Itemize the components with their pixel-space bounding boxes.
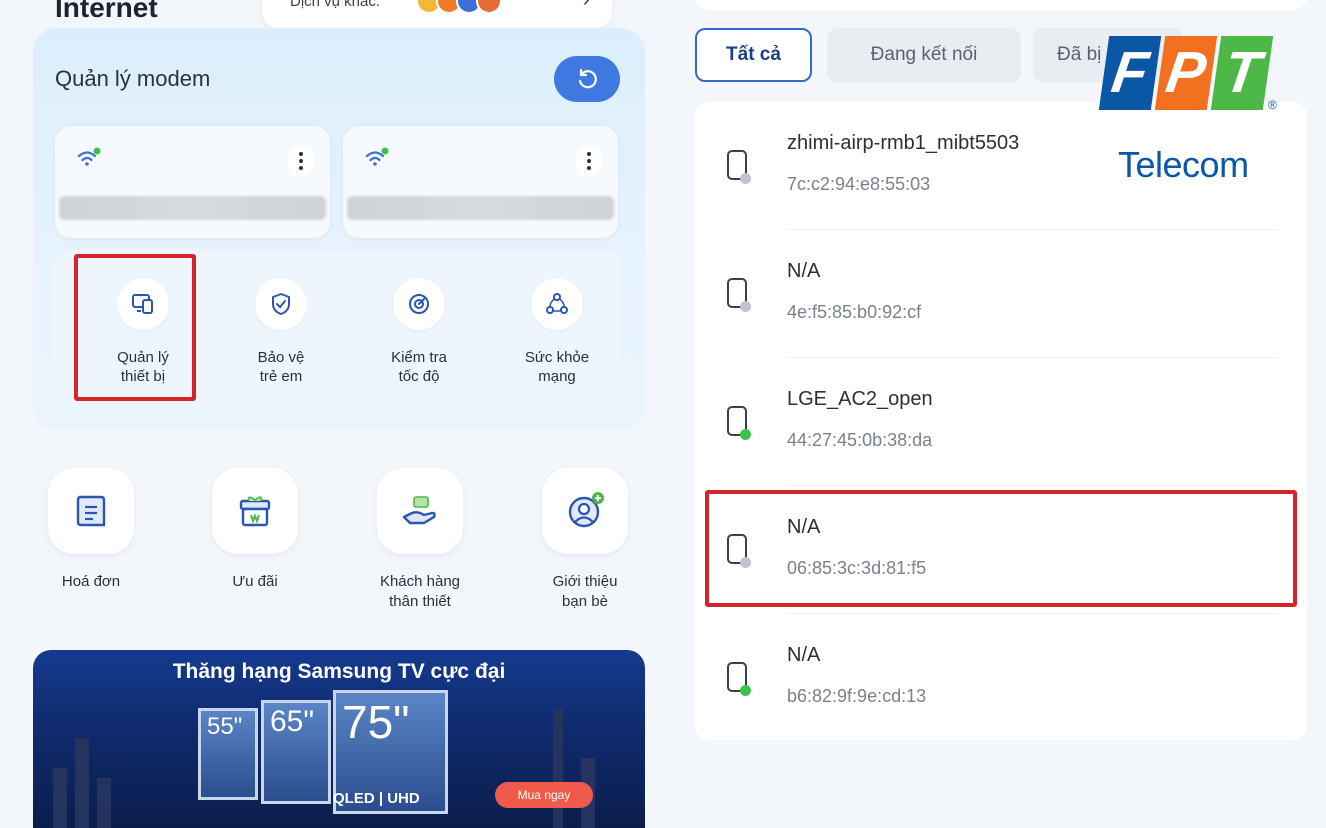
top-card-edge [695, 0, 1307, 10]
highlight-device-management [74, 254, 196, 401]
service-icons [416, 0, 502, 14]
status-dot [740, 685, 751, 696]
device-row[interactable]: N/A 4e:f5:85:b0:92:cf [695, 230, 1307, 358]
gift-icon [212, 468, 298, 554]
device-mac: 44:27:45:0b:38:da [787, 430, 933, 450]
tab-all[interactable]: Tất cả [695, 28, 812, 82]
wifi-network-card-1[interactable] [55, 126, 330, 238]
highlight-device-row [705, 490, 1297, 607]
logo-subtitle: Telecom [1118, 144, 1249, 185]
feature-label: mạng [538, 368, 576, 385]
tv-65: 65" [261, 700, 331, 804]
feature-speed-test[interactable]: Kiểm tra tốc độ [359, 278, 479, 386]
feature-label: Kiểm tra [391, 349, 447, 366]
device-mac: 7c:c2:94:e8:55:03 [787, 174, 931, 194]
wifi-name-blurred [59, 196, 326, 220]
wifi-icon [77, 147, 101, 166]
quick-label: bạn bè [562, 593, 608, 610]
device-name: LGE_AC2_open [787, 388, 933, 410]
quick-label: Giới thiệu [552, 573, 618, 590]
city-decoration [75, 738, 89, 828]
invoice-icon [48, 468, 134, 554]
more-options-button[interactable] [288, 146, 314, 176]
tv-size-label: 75" [342, 696, 410, 748]
modem-title: Quản lý modem [55, 66, 211, 91]
other-services-label: Dịch vụ khác: [290, 0, 381, 10]
tv-size-label: 55" [207, 713, 243, 740]
device-mac: b6:82:9f:9e:cd:13 [787, 686, 927, 706]
feature-label: tốc độ [398, 368, 440, 385]
wifi-icon [365, 147, 389, 166]
tv-55: 55" [198, 708, 258, 800]
status-dot [740, 301, 751, 312]
more-options-button[interactable] [576, 146, 602, 176]
other-services-bar[interactable]: Dịch vụ khác: › [262, 0, 612, 28]
city-decoration [53, 768, 67, 828]
registered-mark: ® [1268, 98, 1277, 112]
speedometer-icon [393, 278, 445, 330]
phone-icon [727, 278, 751, 312]
status-dot [740, 429, 751, 440]
network-health-icon [531, 278, 583, 330]
wifi-name-blurred [347, 196, 614, 220]
internet-title: Internet [55, 0, 158, 23]
feature-label: Bảo vệ [257, 349, 305, 366]
quick-refer-friend[interactable]: Giới thiệu bạn bè [515, 468, 655, 612]
wifi-network-card-2[interactable] [343, 126, 618, 238]
city-decoration [97, 778, 111, 828]
loyal-customer-icon [377, 468, 463, 554]
logo-letter-p: P [1154, 36, 1218, 110]
logo-letter-t: T [1210, 36, 1274, 110]
service-4-icon [476, 0, 502, 14]
buy-now-button[interactable]: Mua ngay [495, 782, 593, 808]
phone-icon [727, 406, 751, 440]
refresh-button[interactable] [554, 56, 620, 102]
device-name: N/A [787, 644, 821, 666]
banner-headline: Thăng hạng Samsung TV cực đại [172, 660, 506, 683]
city-decoration [553, 708, 563, 828]
phone-icon [727, 150, 751, 184]
quick-label: Khách hàng [379, 573, 461, 590]
qled-label: QLED | UHD [333, 790, 420, 807]
status-dot [740, 173, 751, 184]
feature-label: Sức khỏe [524, 349, 590, 366]
shield-check-icon [255, 278, 307, 330]
feature-label: trẻ em [259, 368, 303, 385]
feature-network-health[interactable]: Sức khỏe mạng [497, 278, 617, 386]
tv-size-label: 65" [270, 705, 315, 738]
quick-label: Hoá đơn [61, 573, 121, 590]
quick-invoice[interactable]: Hoá đơn [21, 468, 161, 592]
device-row[interactable]: N/A b6:82:9f:9e:cd:13 [695, 614, 1307, 742]
quick-label: thân thiết [389, 593, 451, 610]
chevron-right-icon[interactable]: › [583, 0, 590, 12]
refer-friend-icon [542, 468, 628, 554]
logo-letter-f: F [1098, 36, 1162, 110]
device-name: N/A [787, 260, 821, 282]
samsung-tv-banner[interactable]: Thăng hạng Samsung TV cực đại 55" 65" 75… [33, 650, 645, 828]
device-list: zhimi-airp-rmb1_mibt5503 7c:c2:94:e8:55:… [695, 102, 1307, 740]
device-row[interactable]: LGE_AC2_open 44:27:45:0b:38:da [695, 358, 1307, 486]
quick-offers[interactable]: Ưu đãi [185, 468, 325, 592]
quick-label: Ưu đãi [232, 573, 278, 590]
device-name: zhimi-airp-rmb1_mibt5503 [787, 132, 1020, 154]
refresh-icon [578, 68, 597, 89]
device-mac: 4e:f5:85:b0:92:cf [787, 302, 922, 322]
fpt-telecom-logo: F P T ® Telecom [1098, 36, 1288, 186]
phone-icon [727, 662, 751, 696]
feature-child-protection[interactable]: Bảo vệ trẻ em [221, 278, 341, 386]
left-app-screen: Internet Dịch vụ khác: › Quản lý modem [0, 0, 665, 828]
tab-connected[interactable]: Đang kết nối [827, 28, 1021, 82]
quick-loyal-customer[interactable]: Khách hàng thân thiết [350, 468, 490, 612]
